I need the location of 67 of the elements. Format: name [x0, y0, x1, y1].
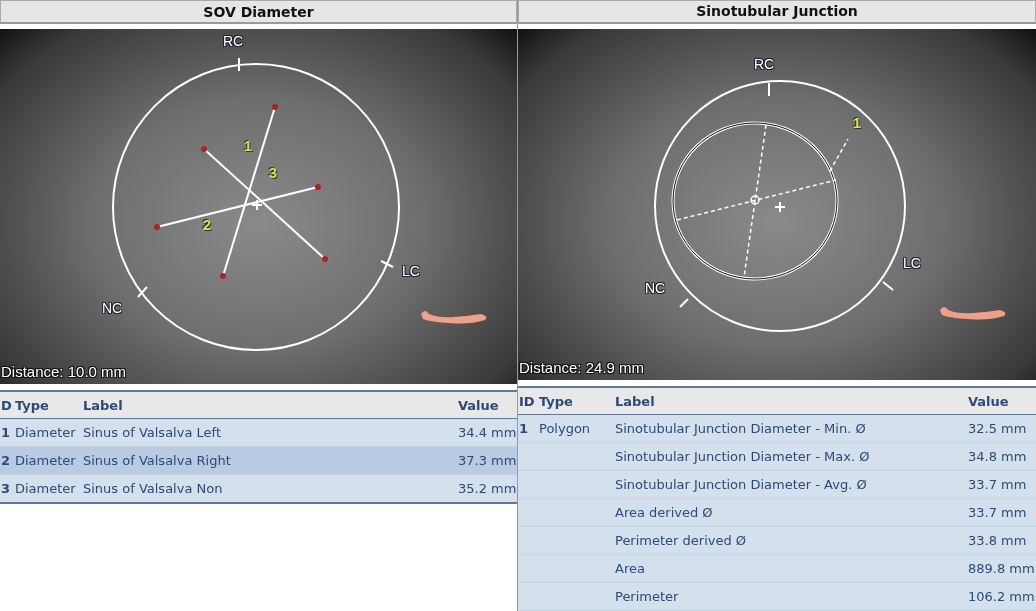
- row-value: 32.5 mm: [967, 421, 1028, 436]
- column-header[interactable]: ID: [518, 393, 538, 409]
- diameter-line[interactable]: [220, 104, 278, 279]
- viewport-title: SOV Diameter: [0, 0, 517, 24]
- measurement-row[interactable]: Sinotubular Junction Diameter - Avg. Ø 33.7 mm: [518, 471, 1036, 499]
- measurement-row[interactable]: 1 Polygon Sinotubular Junction Diameter - Min. Ø 32.5 mm: [518, 415, 1036, 443]
- center-cross-icon: [774, 200, 786, 213]
- row-id: 1: [0, 425, 12, 440]
- cusp-label: LC: [402, 264, 420, 278]
- column-header[interactable]: Label: [82, 397, 457, 413]
- row-value: 34.4 mm: [457, 425, 517, 440]
- measurement-number: 1: [852, 114, 862, 130]
- row-value: 106.2 mm: [967, 589, 1036, 604]
- row-id: 2: [0, 453, 12, 468]
- distance-readout: Distance: 10.0 mm: [1, 363, 127, 380]
- row-label: Area: [614, 561, 646, 576]
- row-value: 37.3 mm: [457, 453, 517, 468]
- row-label: Sinotubular Junction Diameter - Min. Ø: [614, 421, 867, 436]
- row-value: 33.7 mm: [967, 477, 1028, 492]
- column-header[interactable]: D: [0, 397, 14, 413]
- row-label: Perimeter: [614, 589, 680, 604]
- measurement-row[interactable]: Sinotubular Junction Diameter - Max. Ø 34.8 mm: [518, 443, 1036, 471]
- row-value: 33.8 mm: [967, 533, 1028, 548]
- row-label: Sinotubular Junction Diameter - Avg. Ø: [614, 477, 868, 492]
- measurement-number: 1: [243, 137, 253, 153]
- cusp-label: RC: [753, 56, 775, 71]
- column-header[interactable]: Type: [14, 397, 82, 413]
- center-cross-icon: [251, 199, 263, 211]
- column-header[interactable]: Label: [614, 393, 967, 409]
- diameter-line[interactable]: [154, 184, 321, 230]
- measurement-row[interactable]: Perimeter derived Ø 33.8 mm: [518, 527, 1036, 555]
- row-type: Diameter: [14, 481, 77, 496]
- row-type: Polygon: [538, 421, 592, 436]
- cusp-label: RC: [222, 34, 244, 48]
- row-value: 35.2 mm: [457, 481, 517, 496]
- cusp-label: NC: [101, 301, 123, 315]
- centroid-icon: [750, 195, 760, 205]
- row-value: 889.8 mm: [967, 561, 1036, 576]
- viewport-title: Sinotubular Junction: [518, 0, 1036, 24]
- row-type: Diameter: [14, 425, 77, 440]
- measurement-row[interactable]: Area derived Ø 33.7 mm: [518, 499, 1036, 527]
- distance-readout: Distance: 24.9 mm: [519, 359, 645, 376]
- measurement-row[interactable]: 2 Diameter Sinus of Valsalva Right 37.3 mm: [0, 447, 517, 475]
- measurement-number: 3: [268, 164, 278, 180]
- cusp-label: NC: [644, 280, 666, 295]
- row-label: Area derived Ø: [614, 505, 714, 520]
- row-value: 33.7 mm: [967, 505, 1028, 520]
- row-label: Sinus of Valsalva Non: [82, 481, 224, 496]
- measurement-row[interactable]: 1 Diameter Sinus of Valsalva Left 34.4 mm: [0, 419, 517, 447]
- rendered-model-drawing: [938, 304, 1008, 322]
- row-label: Sinotubular Junction Diameter - Max. Ø: [614, 449, 871, 464]
- row-id: 1: [518, 421, 530, 436]
- cusp-label: LC: [903, 255, 921, 270]
- row-value: 34.8 mm: [967, 449, 1028, 464]
- column-header[interactable]: Value: [457, 397, 517, 413]
- column-header[interactable]: Type: [538, 393, 614, 409]
- row-label: Sinus of Valsalva Right: [82, 453, 232, 468]
- row-type: Diameter: [14, 453, 77, 468]
- measurement-number: 2: [202, 216, 212, 232]
- measurement-row[interactable]: 3 Diameter Sinus of Valsalva Non 35.2 mm: [0, 475, 517, 504]
- row-id: 3: [0, 481, 12, 496]
- measurement-row[interactable]: Perimeter 106.2 mm: [518, 583, 1036, 611]
- rendered-model-drawing: [419, 308, 489, 326]
- row-label: Sinus of Valsalva Left: [82, 425, 222, 440]
- row-label: Perimeter derived Ø: [614, 533, 748, 548]
- measurement-row[interactable]: Area 889.8 mm: [518, 555, 1036, 583]
- column-header[interactable]: Value: [967, 393, 1036, 409]
